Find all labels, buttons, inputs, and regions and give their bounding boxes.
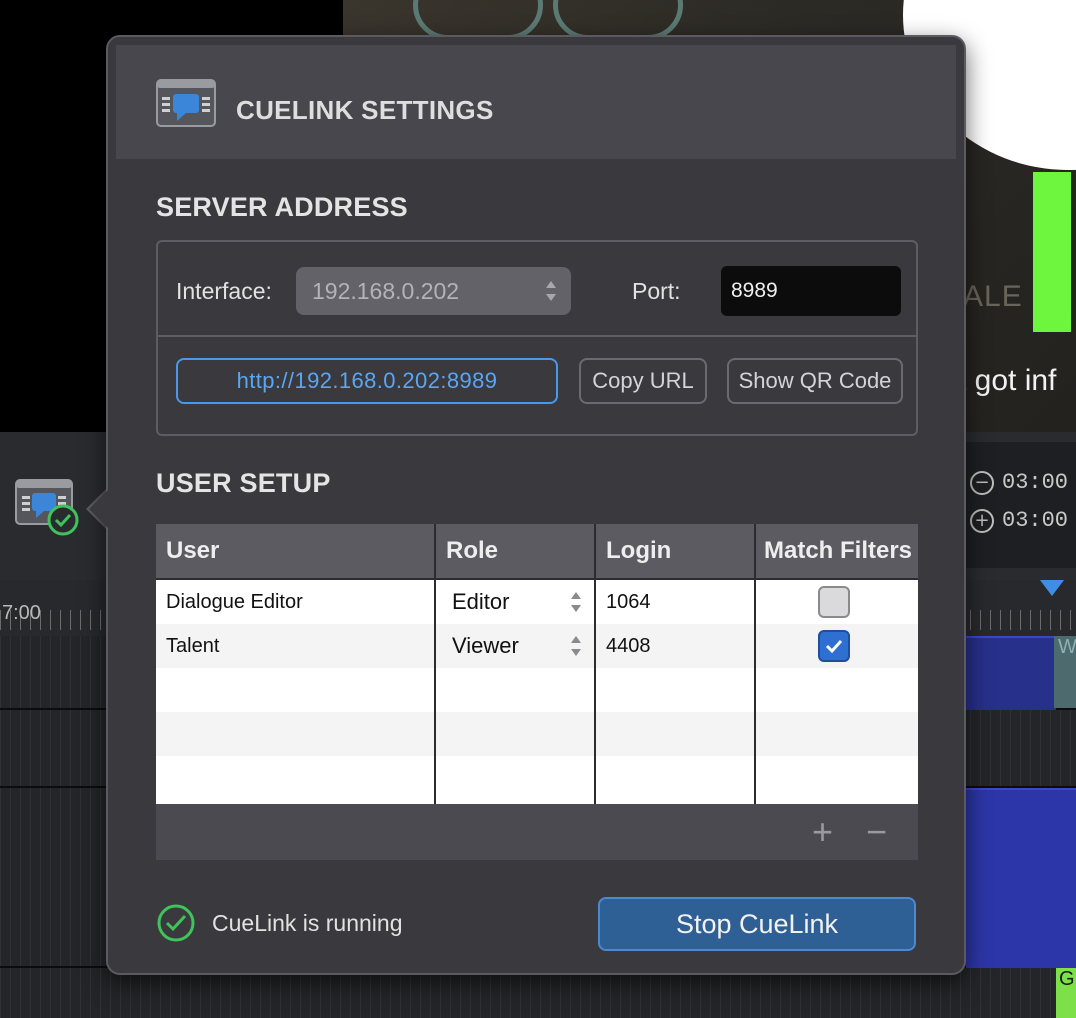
clip-label: G bbox=[1059, 968, 1075, 990]
stepper-arrows-icon bbox=[571, 592, 581, 612]
table-body: Dialogue Editor Editor 1064 Talent Viewe… bbox=[156, 580, 918, 804]
column-divider bbox=[594, 524, 596, 804]
login-cell[interactable]: 1064 bbox=[596, 580, 754, 624]
copy-url-button[interactable]: Copy URL bbox=[579, 358, 707, 404]
timeline-clip[interactable]: W bbox=[1054, 636, 1076, 708]
timeline-clip[interactable] bbox=[966, 636, 1056, 710]
level-meter bbox=[1033, 172, 1071, 332]
video-watermark: ALE bbox=[963, 280, 1023, 313]
server-url-link[interactable]: http://192.168.0.202:8989 bbox=[176, 358, 558, 404]
stepper-arrows-icon bbox=[571, 636, 581, 656]
remove-user-button[interactable]: − bbox=[866, 814, 887, 850]
ruler-label: 7:00 bbox=[2, 602, 41, 624]
timeline-clip[interactable] bbox=[966, 788, 1076, 968]
table-header: User Role Login Match Filters bbox=[156, 524, 918, 580]
role-select[interactable]: Viewer bbox=[442, 624, 594, 668]
user-cell[interactable]: Dialogue Editor bbox=[156, 580, 434, 624]
plus-circle-icon[interactable]: + bbox=[970, 508, 994, 533]
timecode-value: 03:00 bbox=[1002, 508, 1069, 533]
status-indicator: CueLink is running bbox=[156, 903, 403, 943]
timecode-row: + 03:00 bbox=[970, 508, 1068, 533]
port-label: Port: bbox=[632, 278, 681, 304]
status-text: CueLink is running bbox=[212, 909, 403, 936]
timecode-row: − 03:00 bbox=[970, 470, 1068, 495]
add-user-button[interactable]: + bbox=[812, 814, 833, 850]
video-frame-detail bbox=[553, 0, 683, 40]
port-field[interactable] bbox=[721, 266, 901, 316]
column-header-role[interactable]: Role bbox=[436, 524, 594, 578]
table-row-empty bbox=[156, 668, 918, 712]
table-footer: + − bbox=[156, 804, 918, 860]
server-address-box: Interface: 192.168.0.202 Port: http://19… bbox=[156, 240, 918, 436]
stepper-arrows-icon bbox=[546, 281, 556, 301]
dialog-title: CUELINK SETTINGS bbox=[236, 95, 494, 125]
match-filters-checkbox[interactable] bbox=[818, 630, 850, 662]
clip-label: W bbox=[1058, 636, 1076, 658]
cuelink-settings-dialog: CUELINK SETTINGS SERVER ADDRESS Interfac… bbox=[106, 35, 966, 975]
role-select[interactable]: Editor bbox=[442, 580, 594, 624]
user-setup-heading: USER SETUP bbox=[156, 468, 331, 498]
stop-cuelink-button[interactable]: Stop CueLink bbox=[598, 897, 916, 951]
role-value: Viewer bbox=[452, 633, 519, 658]
table-row[interactable]: Talent Viewer 4408 bbox=[156, 624, 918, 668]
check-circle-icon bbox=[157, 904, 195, 942]
show-qr-code-button[interactable]: Show QR Code bbox=[727, 358, 903, 404]
interface-select[interactable]: 192.168.0.202 bbox=[296, 267, 571, 315]
video-frame-detail bbox=[413, 0, 543, 40]
popover-arrow-fill bbox=[89, 489, 109, 529]
server-address-heading: SERVER ADDRESS bbox=[156, 192, 408, 222]
timecode-area bbox=[960, 442, 1076, 568]
cuelink-toolbar-button[interactable] bbox=[14, 476, 80, 538]
column-header-match-filters[interactable]: Match Filters bbox=[756, 524, 918, 578]
login-cell[interactable]: 4408 bbox=[596, 624, 754, 668]
users-table: User Role Login Match Filters Dialogue E… bbox=[156, 524, 918, 862]
column-header-user[interactable]: User bbox=[156, 524, 434, 578]
playhead-marker[interactable] bbox=[1040, 580, 1064, 596]
match-filters-checkbox[interactable] bbox=[818, 586, 850, 618]
minus-circle-icon[interactable]: − bbox=[970, 470, 994, 495]
role-value: Editor bbox=[452, 589, 510, 614]
interface-label: Interface: bbox=[176, 278, 272, 304]
timecode-value: 03:00 bbox=[1002, 470, 1069, 495]
timeline-clip[interactable]: G bbox=[1056, 968, 1076, 1018]
column-header-login[interactable]: Login bbox=[596, 524, 754, 578]
table-row-empty bbox=[156, 756, 918, 800]
divider bbox=[158, 335, 916, 337]
table-row-empty bbox=[156, 712, 918, 756]
checkmark-icon bbox=[825, 639, 843, 654]
column-divider bbox=[754, 524, 756, 804]
user-cell[interactable]: Talent bbox=[156, 624, 434, 668]
cuelink-icon bbox=[156, 79, 216, 127]
column-divider bbox=[434, 524, 436, 804]
interface-value: 192.168.0.202 bbox=[312, 277, 460, 304]
table-row[interactable]: Dialogue Editor Editor 1064 bbox=[156, 580, 918, 624]
dialog-header: CUELINK SETTINGS bbox=[116, 45, 956, 159]
cuelink-icon bbox=[15, 479, 79, 536]
